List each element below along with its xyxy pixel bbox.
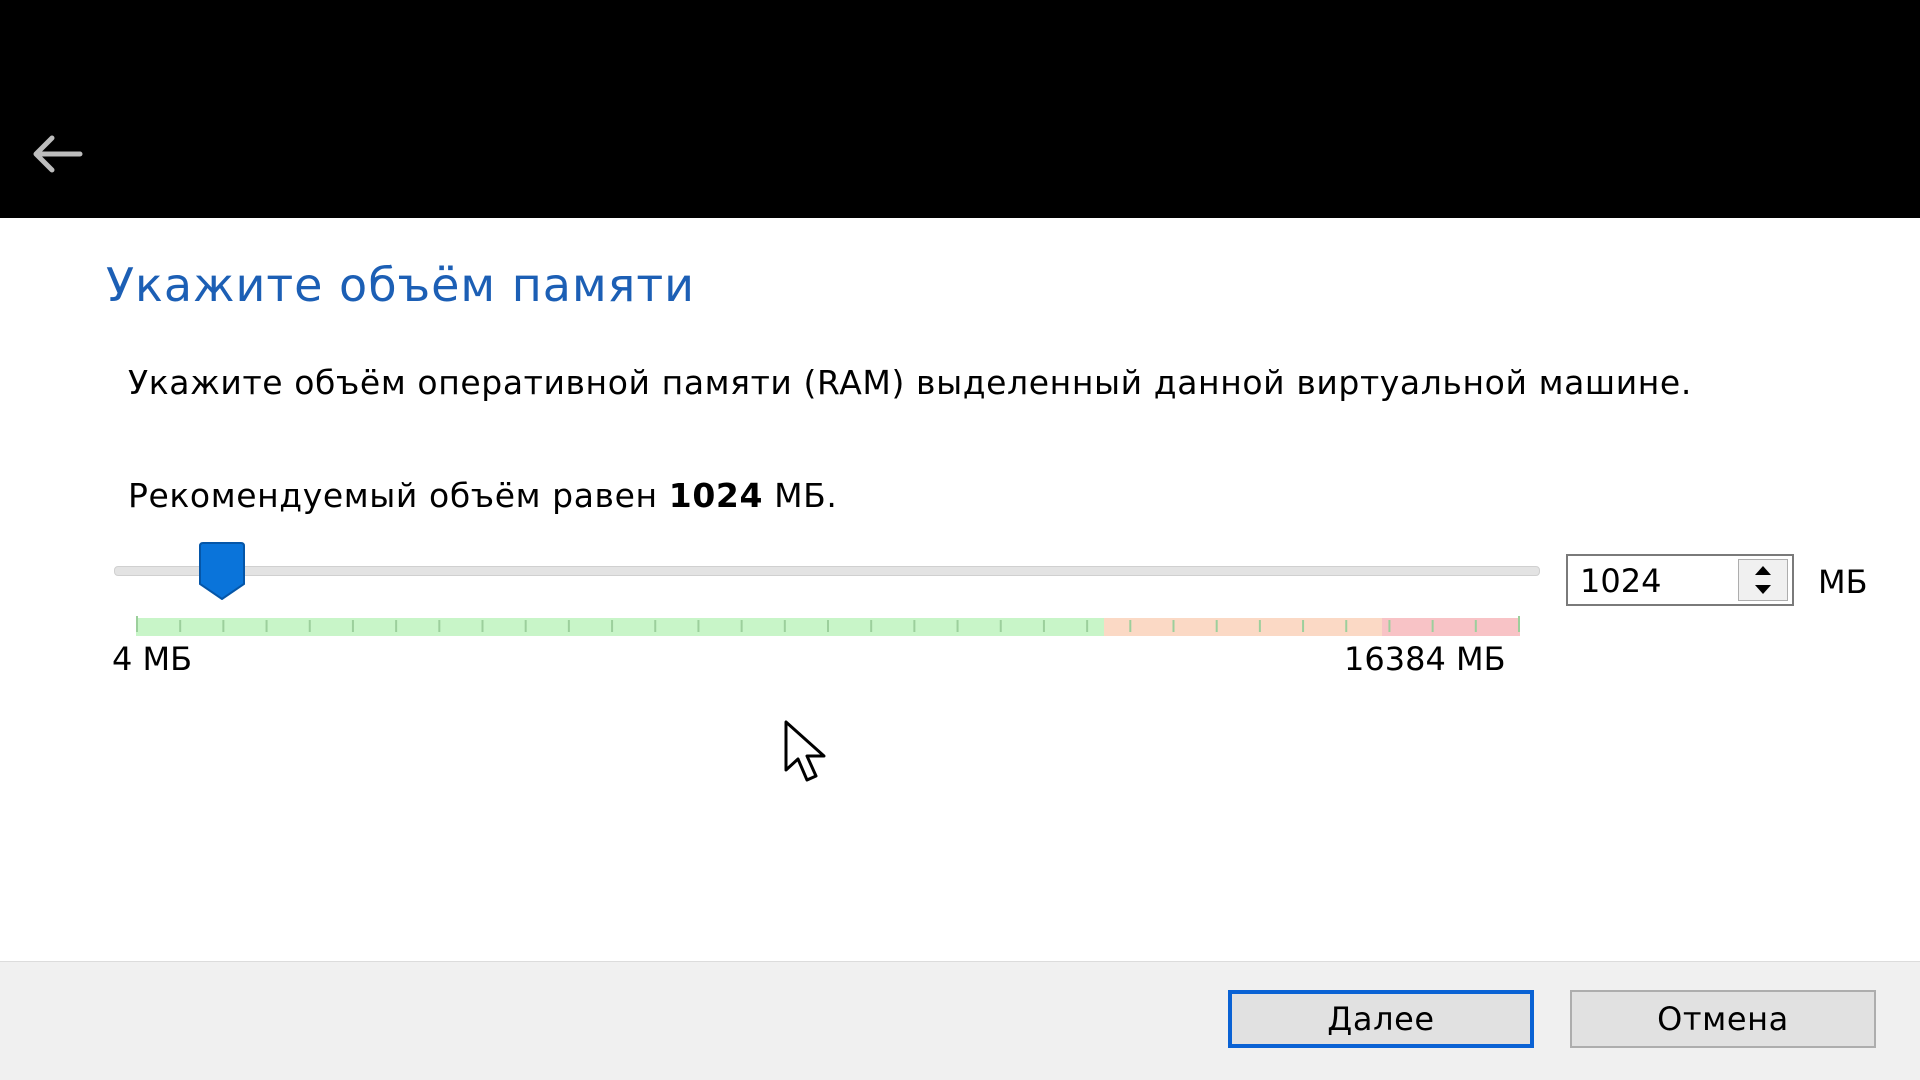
memory-unit-label: МБ (1818, 563, 1868, 601)
mouse-cursor-icon (784, 720, 826, 782)
scale-safe-zone (136, 618, 1104, 636)
spin-down-icon[interactable] (1739, 580, 1787, 600)
memory-spinbox (1566, 554, 1794, 606)
header-bar (0, 0, 1920, 218)
spin-up-icon[interactable] (1739, 560, 1787, 580)
scale-warning-zone (1104, 618, 1382, 636)
memory-input[interactable] (1578, 560, 1732, 602)
recommend-suffix: МБ. (763, 476, 838, 515)
scale-danger-zone (1382, 618, 1520, 636)
memory-slider-scale (136, 616, 1520, 636)
memory-max-label: 16384 МБ (1344, 640, 1506, 678)
back-arrow-icon[interactable] (30, 130, 86, 178)
spin-buttons (1738, 559, 1788, 601)
memory-min-label: 4 МБ (112, 640, 193, 678)
footer-bar: Далее Отмена (0, 961, 1920, 1080)
recommend-value: 1024 (668, 476, 764, 515)
next-button[interactable]: Далее (1228, 990, 1534, 1048)
cancel-button[interactable]: Отмена (1570, 990, 1876, 1048)
wizard-page: Укажите объём памяти Укажите объём опера… (0, 218, 1920, 961)
memory-slider-thumb[interactable] (198, 542, 246, 600)
recommended-memory-text: Рекомендуемый объём равен 1024 МБ. (128, 476, 838, 515)
recommend-prefix: Рекомендуемый объём равен (128, 476, 669, 515)
page-description: Укажите объём оперативной памяти (RAM) в… (128, 363, 1692, 402)
memory-slider-track[interactable] (114, 566, 1540, 576)
page-title: Укажите объём памяти (106, 258, 696, 312)
